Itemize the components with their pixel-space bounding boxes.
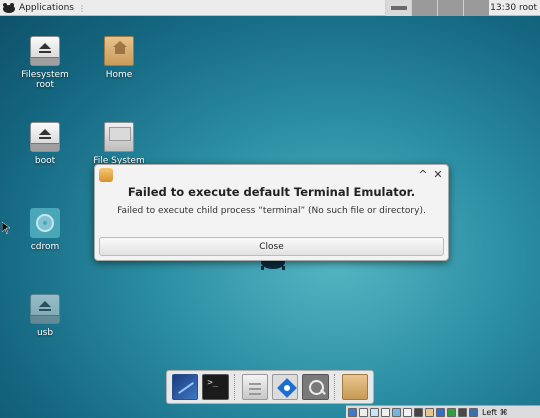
drive-icon: [30, 122, 60, 152]
app-finder-icon[interactable]: [302, 374, 329, 400]
desktop-icon-label: cdrom: [30, 242, 60, 252]
keyboard-layout-indicator[interactable]: Left ⌘: [482, 408, 508, 417]
desktop-icon-label: boot: [34, 156, 56, 166]
panel-separator: ⋮: [77, 3, 86, 13]
xfce-mouse-icon: [3, 3, 15, 13]
bluetooth-icon[interactable]: [436, 407, 445, 417]
network-icon[interactable]: [370, 407, 379, 417]
shield-icon[interactable]: [469, 407, 478, 417]
keyboard-icon[interactable]: [403, 407, 412, 417]
clipboard-icon[interactable]: [381, 407, 390, 417]
applications-label: Applications: [19, 3, 74, 13]
terminal-icon[interactable]: >_: [202, 374, 229, 400]
drive-icon: [30, 36, 60, 66]
dock: >_: [166, 370, 374, 404]
file-manager-icon[interactable]: [241, 374, 269, 400]
workspace-4[interactable]: [463, 0, 489, 16]
volume-icon[interactable]: [392, 407, 401, 417]
update-icon[interactable]: [447, 407, 456, 417]
error-dialog: ^ ✕ Failed to execute default Terminal E…: [94, 164, 449, 261]
desktop-icon-usb[interactable]: usb: [15, 294, 75, 338]
notification-icon[interactable]: [348, 407, 357, 417]
dialog-title: Failed to execute default Terminal Emula…: [127, 185, 416, 199]
dock-separator: [233, 374, 237, 400]
desktop-icon-boot[interactable]: boot: [15, 122, 75, 166]
close-button[interactable]: Close: [99, 237, 444, 256]
desktop-icon-filesystem-root[interactable]: Filesystem root: [15, 36, 75, 90]
desktop-icon-label: Filesystem: [21, 70, 69, 80]
workspace-switcher[interactable]: [385, 0, 489, 16]
clock[interactable]: 13:30 root: [490, 0, 537, 16]
mouse-cursor-icon: [2, 222, 10, 234]
minimize-button[interactable]: ^: [416, 168, 430, 181]
dock-separator: [333, 374, 337, 400]
workspace-1[interactable]: [385, 0, 411, 16]
app-icon: [99, 168, 113, 182]
power-icon[interactable]: [458, 407, 467, 417]
monitor-icon[interactable]: [414, 407, 423, 417]
active-window-preview: [390, 6, 407, 10]
desktop-icon-label: Home: [105, 70, 133, 80]
desktop-icon-home[interactable]: Home: [89, 36, 149, 80]
applications-menu[interactable]: Applications ⋮: [2, 0, 86, 16]
dialog-message: Failed to execute child process “termina…: [117, 206, 426, 216]
show-desktop-icon[interactable]: [172, 374, 199, 400]
file-system-icon: [104, 122, 134, 152]
desktop-icon-label-line2: root: [35, 80, 55, 90]
display-icon[interactable]: [359, 407, 368, 417]
web-browser-icon[interactable]: [272, 374, 299, 400]
system-tray: Left ⌘: [346, 405, 540, 418]
desktop-icon-cdrom[interactable]: cdrom: [15, 208, 75, 252]
drive-icon: [30, 294, 60, 324]
top-panel: Applications ⋮ 13:30 root: [0, 0, 540, 16]
workspace-2[interactable]: [411, 0, 437, 16]
cdrom-icon: [30, 208, 60, 238]
desktop-icon-file-system[interactable]: File System: [89, 122, 149, 166]
workspace-3[interactable]: [437, 0, 463, 16]
folder-tray-icon[interactable]: [425, 407, 434, 417]
desktop-icon-label: usb: [36, 328, 54, 338]
close-icon[interactable]: ✕: [431, 168, 445, 181]
folder-icon[interactable]: [341, 374, 368, 400]
home-folder-icon: [104, 36, 134, 66]
